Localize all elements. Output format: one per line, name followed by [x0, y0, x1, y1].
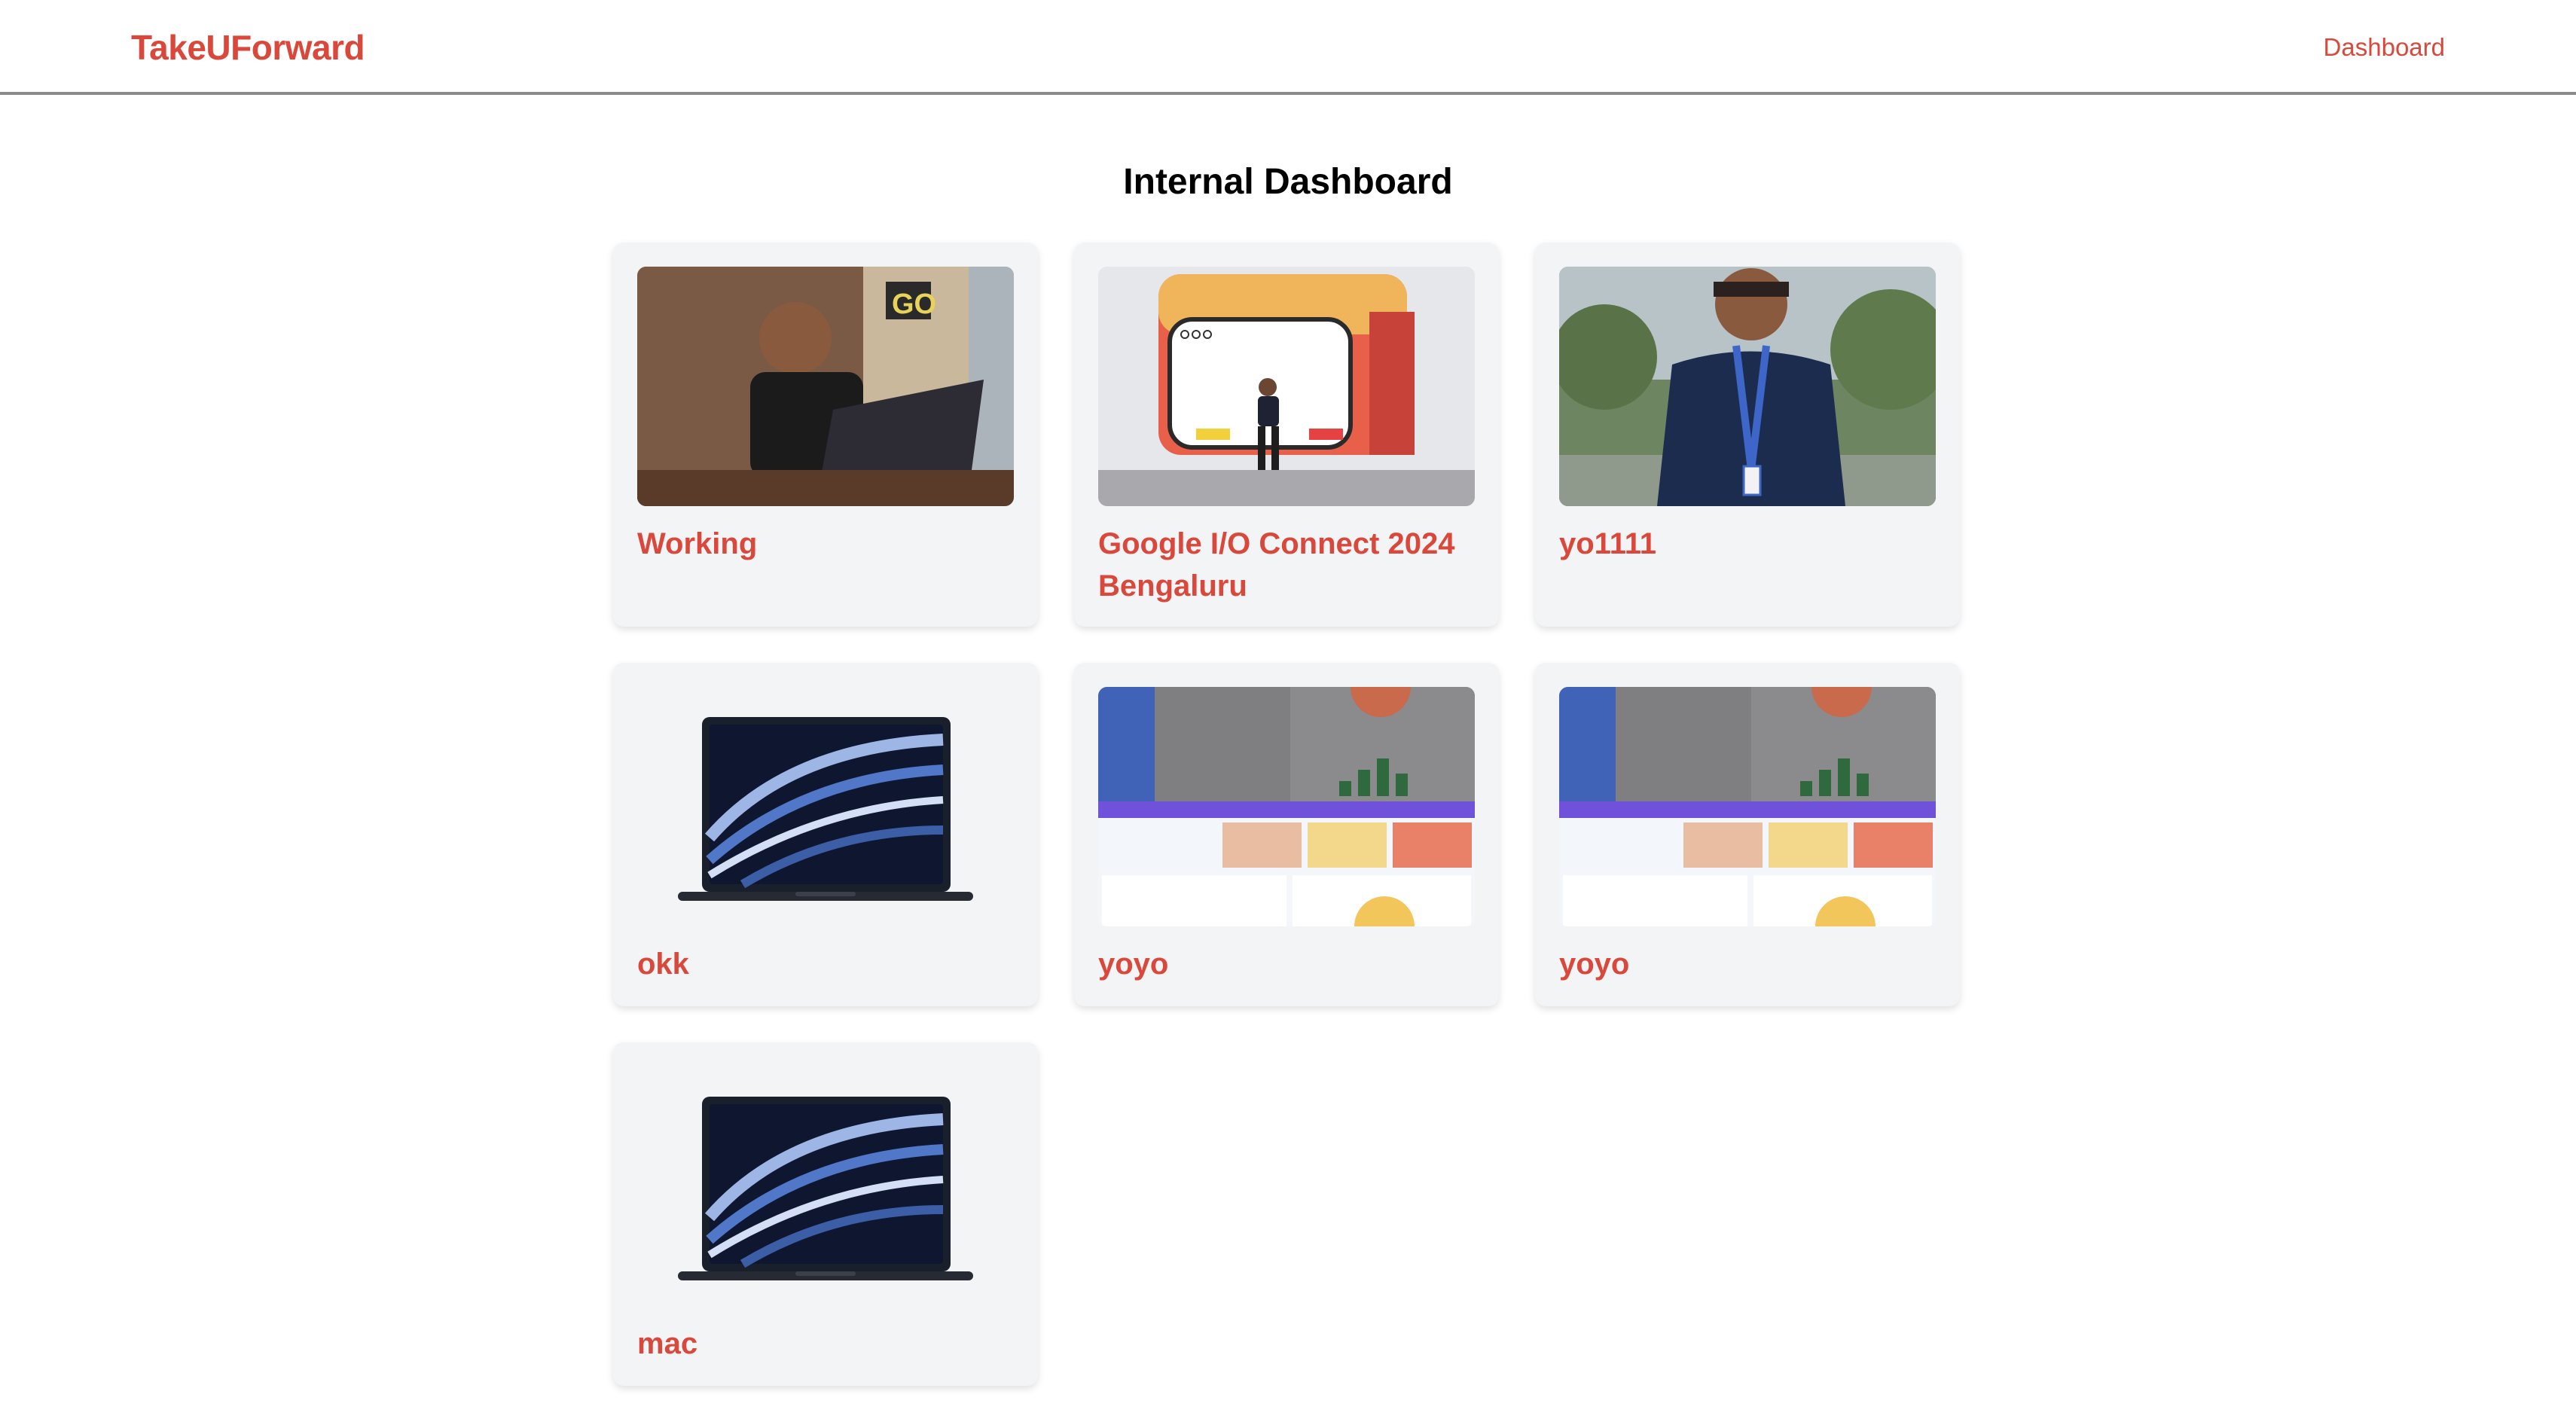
card-grid: GO Working Google I/O Connect 2024 Benga…: [613, 243, 1960, 1386]
card-title: okk: [637, 948, 689, 981]
card-image: GO: [637, 267, 1014, 506]
page-title: Internal Dashboard: [1123, 162, 1453, 202]
card-yoyo-2[interactable]: yoyo: [1535, 663, 1960, 1006]
card-title: Working: [637, 527, 758, 560]
card-image: [1098, 687, 1475, 926]
card-title: yo1111: [1559, 527, 1657, 560]
person-working-laptop-photo: GO: [637, 267, 1014, 506]
person-lanyard-photo: [1559, 267, 1936, 506]
card-image: [1559, 267, 1936, 506]
nav-link-dashboard[interactable]: Dashboard: [2324, 33, 2445, 62]
card-image: [1559, 687, 1936, 926]
card-title: yoyo: [1559, 948, 1630, 981]
card-google-io[interactable]: Google I/O Connect 2024 Bengaluru: [1074, 243, 1499, 627]
card-okk[interactable]: okk: [613, 663, 1038, 1006]
dashboard-screenshot-image: [1098, 687, 1475, 926]
card-mac[interactable]: mac: [613, 1042, 1038, 1386]
brand-logo-text[interactable]: TakeUForward: [131, 27, 365, 68]
dashboard-screenshot-image: [1559, 687, 1936, 926]
card-yo1111[interactable]: yo1111: [1535, 243, 1960, 627]
google-io-photo: [1098, 267, 1475, 506]
card-image: [637, 1067, 1014, 1306]
navbar: TakeUForward Dashboard: [0, 0, 2576, 95]
card-title: Google I/O Connect 2024 Bengaluru: [1098, 527, 1455, 603]
card-title: mac: [637, 1327, 698, 1360]
card-working[interactable]: GO Working: [613, 243, 1038, 627]
card-image: [1098, 267, 1475, 506]
card-title: yoyo: [1098, 948, 1169, 981]
card-image: [637, 687, 1014, 926]
card-yoyo-1[interactable]: yoyo: [1074, 663, 1499, 1006]
macbook-image: [637, 1067, 1014, 1306]
macbook-image: [637, 687, 1014, 926]
svg-text:GO: GO: [892, 288, 936, 320]
